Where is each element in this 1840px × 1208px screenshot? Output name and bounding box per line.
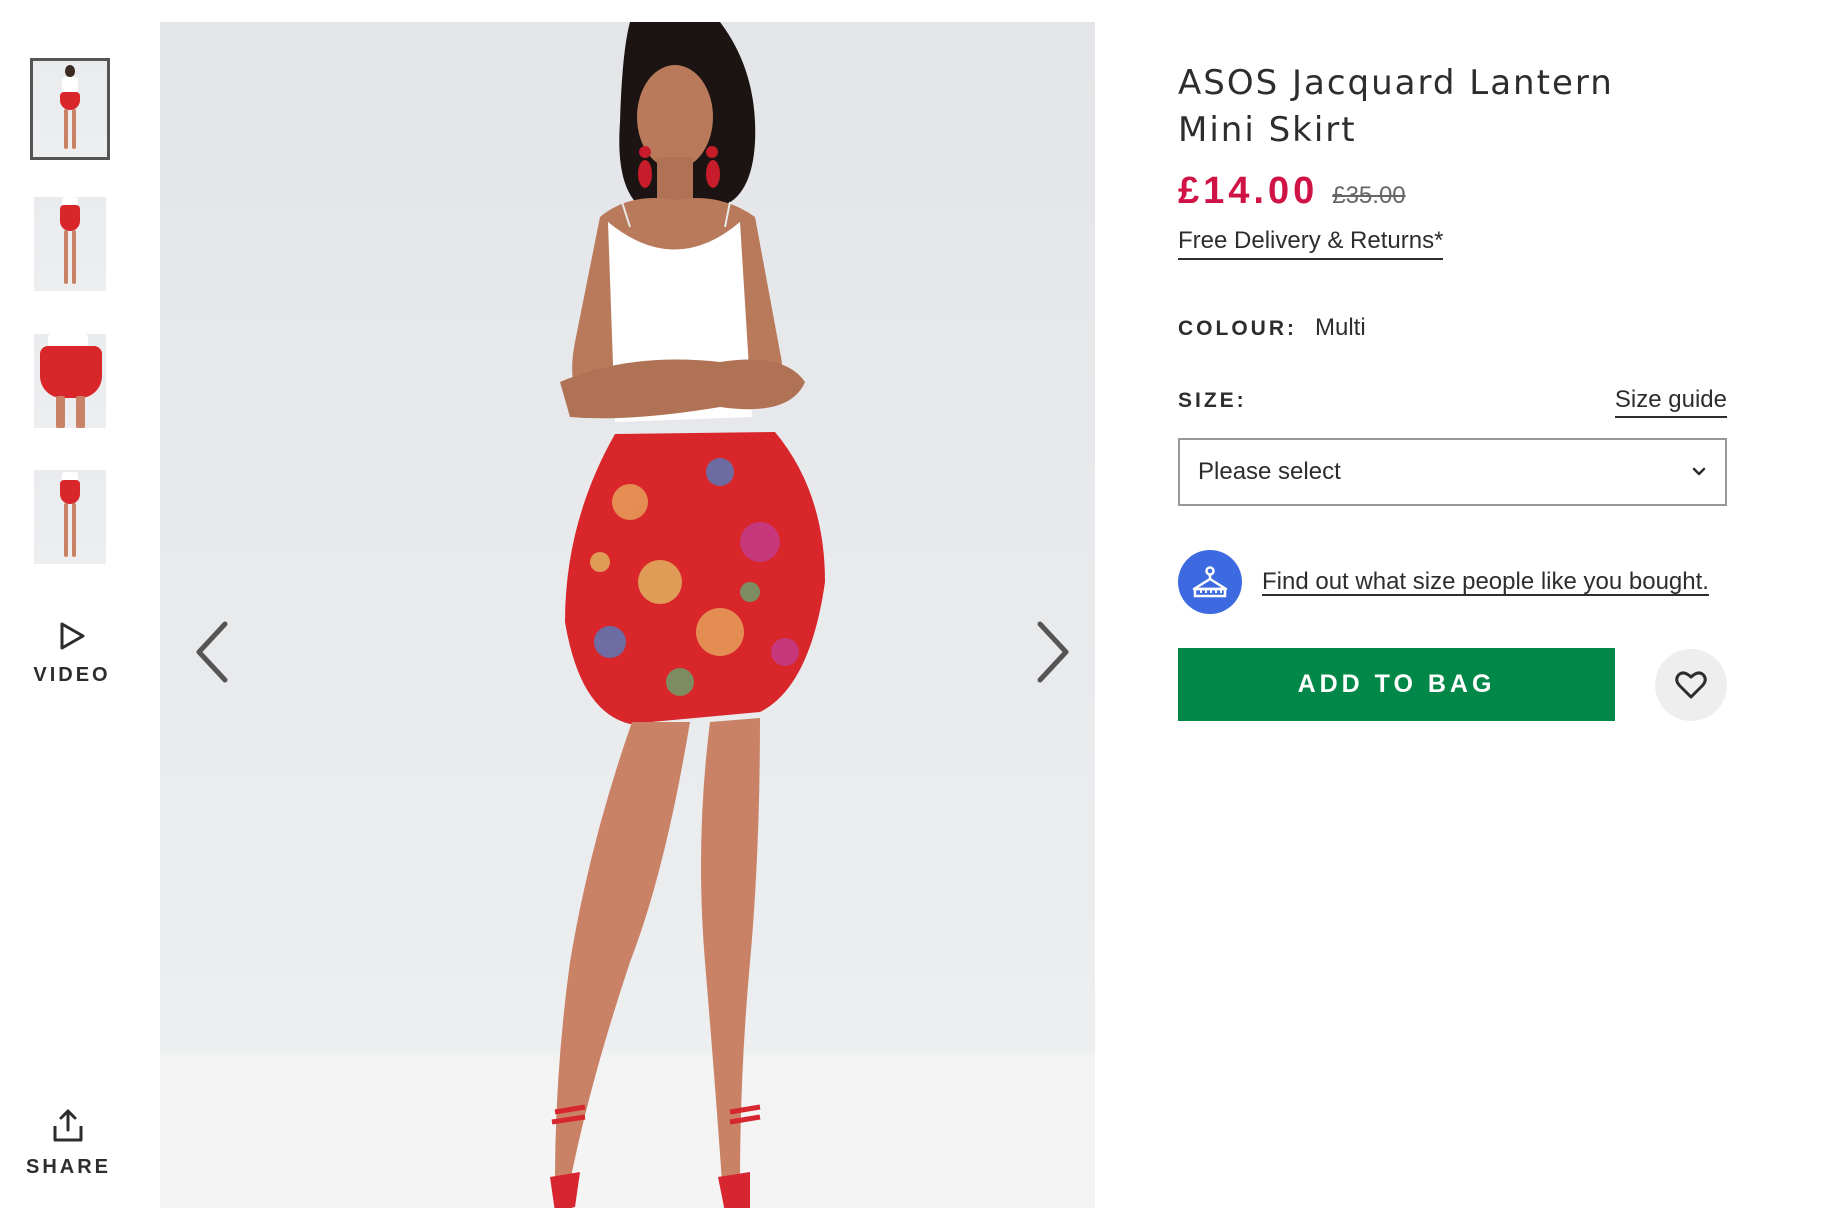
share-icon <box>53 1109 83 1142</box>
size-select-value: Please select <box>1198 458 1341 485</box>
size-label: SIZE: <box>1178 389 1247 412</box>
price-row: £14.00 £35.00 <box>1178 170 1738 213</box>
fit-assistant-link[interactable]: Find out what size people like you bough… <box>1262 568 1709 596</box>
thumbnail-image <box>34 334 106 428</box>
size-row: SIZE: Size guide <box>1178 386 1727 418</box>
video-label: VIDEO <box>33 664 111 686</box>
thumbnail-item[interactable] <box>30 58 110 160</box>
hanger-icon[interactable] <box>1178 550 1242 614</box>
size-guide-link[interactable]: Size guide <box>1614 386 1727 418</box>
thumbnail-image <box>55 197 85 291</box>
colour-value: Multi <box>1315 314 1366 341</box>
free-delivery-link[interactable]: Free Delivery & Returns* <box>1178 227 1444 260</box>
chevron-left-icon <box>196 621 228 683</box>
fit-assistant-row: Find out what size people like you bough… <box>1178 550 1738 614</box>
share-label: SHARE <box>26 1156 112 1178</box>
action-row: ADD TO BAG <box>1178 648 1738 721</box>
thumbnail-item[interactable] <box>34 197 106 291</box>
video-button[interactable]: VIDEO <box>30 620 114 687</box>
main-product-image <box>160 22 1095 1208</box>
thumbnail-item[interactable] <box>34 470 106 564</box>
add-to-bag-button[interactable]: ADD TO BAG <box>1178 648 1615 721</box>
product-title: ASOS Jacquard Lantern Mini Skirt <box>1178 63 1614 150</box>
size-select[interactable]: Please select <box>1178 438 1727 506</box>
colour-row: COLOUR: Multi <box>1178 314 1738 342</box>
product-details: ASOS Jacquard Lantern Mini Skirt £14.00 … <box>1178 60 1738 721</box>
thumbnail-image <box>55 472 85 564</box>
model-illustration <box>550 22 825 1208</box>
previous-price: £35.00 <box>1332 182 1406 209</box>
next-image-button[interactable] <box>1020 612 1080 692</box>
colour-label: COLOUR: <box>1178 317 1297 340</box>
current-price: £14.00 <box>1178 170 1319 212</box>
save-for-later-button[interactable] <box>1655 648 1727 721</box>
chevron-down-icon <box>1692 467 1706 476</box>
heart-icon <box>1675 670 1707 698</box>
thumbnail-image <box>55 65 85 155</box>
thumbnail-item[interactable] <box>34 334 106 428</box>
chevron-right-icon <box>1037 621 1069 683</box>
play-icon <box>60 622 85 650</box>
share-button[interactable]: SHARE <box>26 1108 110 1179</box>
previous-image-button[interactable] <box>185 612 245 692</box>
